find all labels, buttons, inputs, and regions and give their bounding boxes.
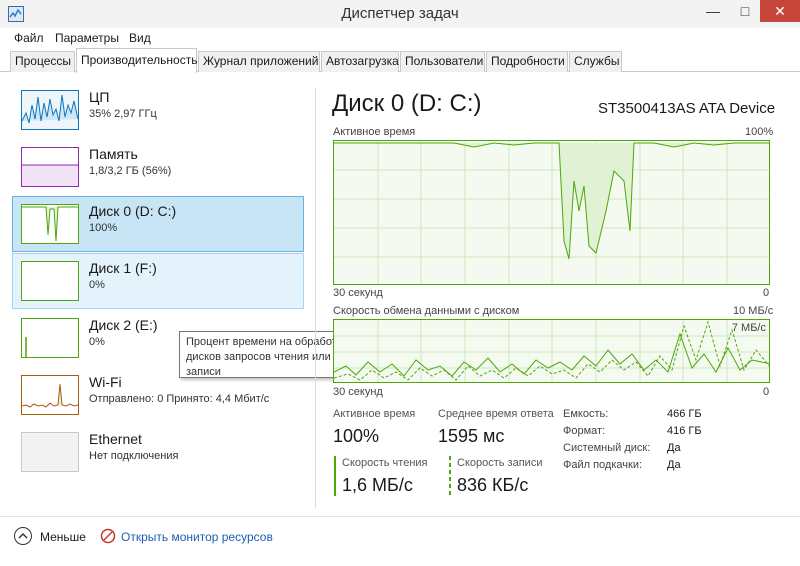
memory-thumbnail (21, 147, 79, 187)
graph2-min: 0 (763, 386, 770, 398)
menu-view[interactable]: Вид (129, 31, 151, 45)
device-status: Нет подключения (89, 450, 179, 462)
tab-app-history[interactable]: Журнал приложений (198, 51, 320, 72)
graph2-timespan: 30 секунд (333, 386, 383, 398)
device-name: Диск 0 (D: C:) (89, 203, 177, 219)
tab-users[interactable]: Пользователи (400, 51, 485, 72)
device-status: 100% (89, 222, 118, 234)
read-speed-value: 1,6 МБ/с (342, 475, 413, 495)
graph1-min: 0 (763, 287, 770, 299)
resource-monitor-icon[interactable] (100, 528, 116, 544)
graph2-max: 10 МБ/с (733, 305, 774, 317)
device-cpu[interactable]: ЦП 35% 2,97 ГГц (12, 82, 304, 138)
graph1-timespan: 30 секунд (333, 287, 383, 299)
formatted-label: Формат: (563, 425, 606, 437)
graph2-label: Скорость обмена данными с диском (333, 305, 520, 317)
tab-processes[interactable]: Процессы (10, 51, 75, 72)
write-speed-value: 836 КБ/с (457, 475, 529, 495)
device-name: Диск 2 (E:) (89, 317, 158, 333)
device-name: Wi-Fi (89, 374, 122, 390)
maximize-button[interactable]: □ (730, 0, 760, 22)
device-status: 1,8/3,2 ГБ (56%) (89, 165, 172, 177)
detail-title: Диск 0 (D: C:) (332, 90, 482, 117)
ethernet-thumbnail (21, 432, 79, 472)
window-title: Диспетчер задач (341, 5, 459, 22)
tab-startup[interactable]: Автозагрузка (321, 51, 399, 72)
disk0-thumbnail (21, 204, 79, 244)
device-status: 35% 2,97 ГГц (89, 108, 157, 120)
menu-file[interactable]: Файл (14, 31, 44, 45)
device-status: 0% (89, 279, 105, 291)
tab-details[interactable]: Подробности (486, 51, 568, 72)
fewer-details-button[interactable]: Меньше (40, 530, 86, 544)
page-file-value: Да (667, 459, 681, 471)
chevron-up-icon[interactable] (14, 527, 32, 545)
device-disk-1[interactable]: Диск 1 (F:) 0% (12, 253, 304, 309)
panel-divider (315, 88, 316, 508)
cpu-thumbnail (21, 90, 79, 130)
response-time-label: Среднее время ответа (438, 408, 554, 420)
device-ethernet[interactable]: Ethernet Нет подключения (12, 424, 304, 480)
capacity-label: Емкость: (563, 408, 609, 420)
minimize-button[interactable]: — (696, 0, 730, 22)
active-time-value: 100% (333, 426, 380, 446)
device-disk-0[interactable]: Диск 0 (D: C:) 100% (12, 196, 304, 252)
tab-bar: Процессы Производительность Журнал прило… (0, 48, 800, 73)
system-disk-value: Да (667, 442, 681, 454)
device-name: Диск 1 (F:) (89, 260, 157, 276)
device-memory[interactable]: Память 1,8/3,2 ГБ (56%) (12, 139, 304, 195)
response-time-value: 1595 мс (438, 426, 505, 446)
disk1-thumbnail (21, 261, 79, 301)
title-bar: Диспетчер задач — □ ✕ (0, 0, 800, 28)
tab-performance[interactable]: Производительность (76, 48, 197, 73)
tab-services[interactable]: Службы (569, 51, 622, 72)
menu-bar: Файл Параметры Вид (0, 28, 800, 48)
open-resource-monitor-link[interactable]: Открыть монитор ресурсов (121, 530, 273, 544)
device-status: 0% (89, 336, 105, 348)
device-name: ЦП (89, 89, 110, 105)
write-speed-marker (449, 456, 451, 496)
graph1-max: 100% (745, 126, 774, 138)
disk2-thumbnail (21, 318, 79, 358)
active-time-graph (333, 140, 770, 285)
read-speed-marker (334, 456, 336, 496)
wifi-thumbnail (21, 375, 79, 415)
formatted-value: 416 ГБ (667, 425, 702, 437)
device-name: Ethernet (89, 431, 142, 447)
read-speed-label: Скорость чтения (342, 457, 428, 469)
capacity-value: 466 ГБ (667, 408, 702, 420)
close-button[interactable]: ✕ (760, 0, 800, 22)
graph2-sub-max: 7 МБ/с (731, 322, 766, 334)
device-status: Отправлено: 0 Принято: 4,4 Мбит/с (89, 393, 270, 405)
write-speed-label: Скорость записи (457, 457, 543, 469)
graph1-label: Активное время (333, 126, 416, 138)
active-time-label: Активное время (333, 408, 416, 420)
device-name: Память (89, 146, 138, 162)
footer-divider (0, 516, 800, 517)
page-file-label: Файл подкачки: (563, 459, 643, 471)
transfer-rate-graph: 7 МБ/с (333, 319, 770, 383)
menu-options[interactable]: Параметры (55, 31, 119, 45)
system-disk-label: Системный диск: (563, 442, 651, 454)
device-model: ST3500413AS ATA Device (598, 100, 776, 117)
